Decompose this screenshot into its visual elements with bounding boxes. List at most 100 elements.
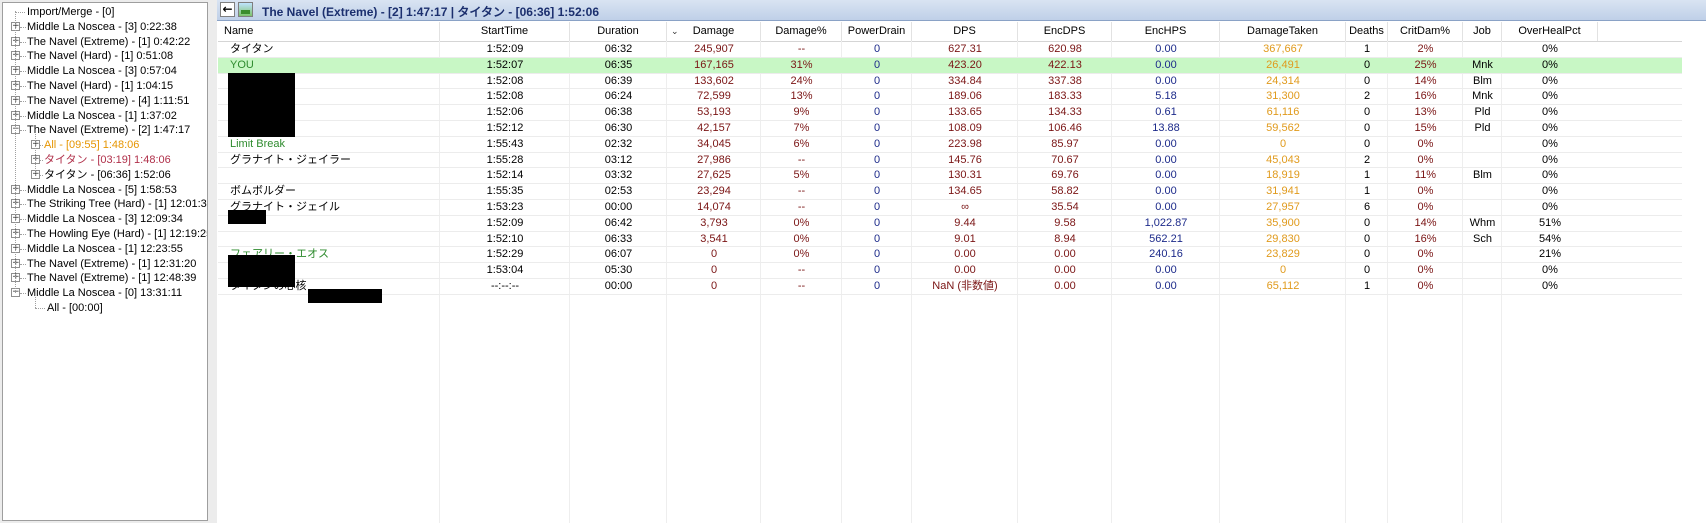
col-damage-taken-header[interactable]: DamageTaken (1220, 22, 1346, 41)
table-row[interactable]: 1:52:10 06:33 3,541 0% 0 9.01 8.94 562.21 29,830… (218, 232, 1682, 248)
tree-item[interactable]: + Middle La Noscea - [1] 1:37:02 (3, 108, 207, 124)
table-row[interactable]: 1:52:14 03:32 27,625 5% 0 130.31 69.76 0.00 18,9… (218, 168, 1682, 185)
tree-item[interactable]: + タイタン - [06:36] 1:52:06 (3, 167, 207, 183)
col-name-header[interactable]: Name (218, 22, 440, 41)
table-row[interactable]: フェアリー・エオス1:52:2906:0700%00.000.00240.162… (218, 247, 1682, 264)
job-cell (1463, 200, 1502, 215)
dps-cell: 133.65 (948, 106, 982, 119)
tree-item[interactable]: − Middle La Noscea - [0] 13:31:11 (3, 285, 207, 301)
dps-cell: 423.20 (948, 58, 982, 71)
table-row[interactable]: タイタン 1:52:09 06:32 245,907 -- 0 627.31 620.98 0.… (218, 42, 1682, 58)
damage-taken-cell: 31,300 (1266, 90, 1300, 103)
tree-item[interactable]: + Middle La Noscea - [3] 0:57:04 (3, 63, 207, 79)
tree-item[interactable]: + Middle La Noscea - [5] 1:58:53 (3, 182, 207, 198)
tree-item[interactable]: + The Navel (Extreme) - [1] 12:48:39 (3, 270, 207, 286)
damage-taken-cell: 65,112 (1266, 280, 1300, 292)
tree-item[interactable]: + Middle La Noscea - [3] 0:22:38 (3, 19, 207, 35)
tree-item[interactable]: + The Navel (Extreme) - [1] 12:31:20 (3, 256, 207, 272)
tree-item[interactable]: + The Striking Tree (Hard) - [1] 12:01:38 (3, 196, 207, 212)
tree-item[interactable]: + The Navel (Hard) - [1] 1:04:15 (3, 78, 207, 94)
job-cell (1463, 184, 1502, 199)
table-row[interactable]: Unknown1:53:0405:300--00.000.000.00000%0… (218, 263, 1682, 279)
power-drain-cell: 0 (873, 264, 881, 277)
damage-taken-cell: 61,116 (1266, 106, 1300, 119)
table-row[interactable]: 1:52:08 06:24 72,599 13% 0 189.06 183.33 5.18 31… (218, 89, 1682, 106)
table-row[interactable]: タイタンの心核--:--:--00:000--0NaN (非数値)0.000.0… (218, 279, 1682, 295)
damage-pct-cell: 31% (790, 58, 813, 71)
enc-hps-cell: 562.21 (1149, 232, 1183, 245)
damage-pct-cell: -- (797, 153, 806, 166)
col-crit-dam-pct-header[interactable]: CritDam% (1388, 22, 1463, 41)
power-drain-cell: 0 (873, 185, 881, 198)
col-start-time-header[interactable]: StartTime (440, 22, 570, 41)
tree-item[interactable]: Import/Merge - [0] (3, 4, 207, 20)
table-row[interactable]: ボムボルダー 1:55:35 02:53 23,294 -- 0 134.65 58.82 0.… (218, 184, 1682, 200)
tree-item[interactable]: + The Navel (Extreme) - [1] 0:42:22 (3, 34, 207, 50)
tree-item[interactable]: + The Navel (Extreme) - [4] 1:11:51 (3, 93, 207, 109)
tree-connector (20, 100, 26, 102)
col-job-header[interactable]: Job (1463, 22, 1502, 41)
column-header-label: CritDam% (1399, 25, 1451, 37)
job-cell: Blm (1473, 169, 1492, 182)
back-arrow-icon[interactable]: ← (220, 2, 235, 17)
vertical-scroll-area[interactable] (1684, 22, 1706, 523)
table-row[interactable]: YOU 1:52:07 06:35 167,165 31% 0 423.20 422.13 0.… (218, 57, 1682, 74)
damage-cell: 23,294 (697, 185, 731, 198)
tree-connector (40, 160, 43, 161)
table-row[interactable]: グラナイト・ジェイラー 1:55:28 03:12 27,986 -- 0 145.76 70… (218, 153, 1682, 169)
tree-item[interactable]: + The Howling Eye (Hard) - [1] 12:19:25 (3, 226, 207, 242)
tree-item-label: The Navel (Extreme) - [1] 12:31:20 (27, 257, 197, 270)
power-drain-cell: 0 (873, 43, 881, 55)
start-time-cell: 1:55:28 (486, 153, 524, 166)
col-deaths-header[interactable]: Deaths (1346, 22, 1388, 41)
start-time-cell: 1:55:35 (486, 185, 524, 198)
table-row[interactable]: Limit Break 1:55:43 02:32 34,045 6% 0 223.98 85… (218, 137, 1682, 153)
name-cell (218, 168, 440, 183)
damage-taken-cell: 26,491 (1266, 58, 1300, 71)
damage-pct-cell: 7% (793, 122, 810, 134)
tree-item[interactable]: + All - [09:55] 1:48:06 (3, 137, 207, 153)
tree-item[interactable]: + タイタン - [03:19] 1:48:06 (3, 152, 207, 168)
column-header-label: OverHealPct (1518, 25, 1581, 37)
splitter[interactable] (209, 0, 217, 523)
enc-hps-cell: 0.00 (1155, 58, 1177, 71)
table-row[interactable]: 1:52:06 06:38 53,193 9% 0 133.65 134.33 0.61 61,… (218, 105, 1682, 121)
crit-dam-pct-cell: 0% (1417, 201, 1434, 213)
table-row[interactable]: 1:52:08 06:39 133,602 24% 0 334.84 337.38 0.00 2… (218, 74, 1682, 90)
table-row[interactable]: 1:52:09 06:42 3,793 0% 0 9.44 9.58 1,022.87 35,9… (218, 216, 1682, 232)
col-enc-hps-header[interactable]: EncHPS (1112, 22, 1220, 41)
encounter-tree[interactable]: Import/Merge - [0] + Middle La Noscea - [3… (2, 2, 208, 521)
overheal-pct-cell: 0% (1542, 43, 1558, 55)
col-dps-header[interactable]: DPS (912, 22, 1018, 41)
col-damage-header[interactable]: Damage ⌄ (667, 22, 761, 41)
crit-dam-pct-cell: 14% (1414, 216, 1437, 229)
col-power-drain-header[interactable]: PowerDrain (842, 22, 912, 41)
deaths-cell: 1 (1363, 185, 1371, 198)
tree-item[interactable]: All - [00:00] (3, 300, 207, 316)
dps-cell: 0.00 (954, 248, 976, 261)
tree-item[interactable]: + The Navel (Hard) - [1] 0:51:08 (3, 48, 207, 64)
col-damage-pct-header[interactable]: Damage% (761, 22, 842, 41)
tree-item[interactable]: − The Navel (Extreme) - [2] 1:47:17 (3, 122, 207, 138)
overheal-pct-cell: 0% (1542, 169, 1558, 182)
tree-item[interactable]: + Middle La Noscea - [3] 12:09:34 (3, 211, 207, 227)
crit-dam-pct-cell: 13% (1414, 106, 1437, 119)
tree-item-label: The Navel (Extreme) - [2] 1:47:17 (27, 124, 191, 137)
crit-dam-pct-cell: 11% (1414, 169, 1437, 182)
col-overheal-pct-header[interactable]: OverHealPct (1502, 22, 1598, 41)
power-drain-cell: 0 (873, 122, 881, 134)
damage-cell: 27,625 (697, 169, 731, 182)
col-duration-header[interactable]: Duration (570, 22, 667, 41)
sort-descending-icon: ⌄ (671, 26, 679, 36)
crit-dam-pct-cell: 16% (1414, 90, 1437, 103)
table-row[interactable]: グラナイト・ジェイル 1:53:23 00:00 14,074 -- 0 ∞ 35.54 0.0… (218, 200, 1682, 216)
tree-connector (20, 130, 26, 132)
tree-item[interactable]: + Middle La Noscea - [1] 12:23:55 (3, 241, 207, 257)
tree-item-label: The Navel (Hard) - [1] 0:51:08 (27, 50, 174, 63)
image-icon[interactable] (238, 2, 253, 17)
duration-cell: 03:32 (604, 169, 633, 182)
encounter-title: The Navel (Extreme) - [2] 1:47:17 | タイタン… (262, 5, 599, 19)
col-enc-dps-header[interactable]: EncDPS (1018, 22, 1112, 41)
table-row[interactable]: 1:52:12 06:30 42,157 7% 0 108.09 106.46 13.88 59… (218, 121, 1682, 137)
damage-cell: 42,157 (697, 122, 731, 134)
